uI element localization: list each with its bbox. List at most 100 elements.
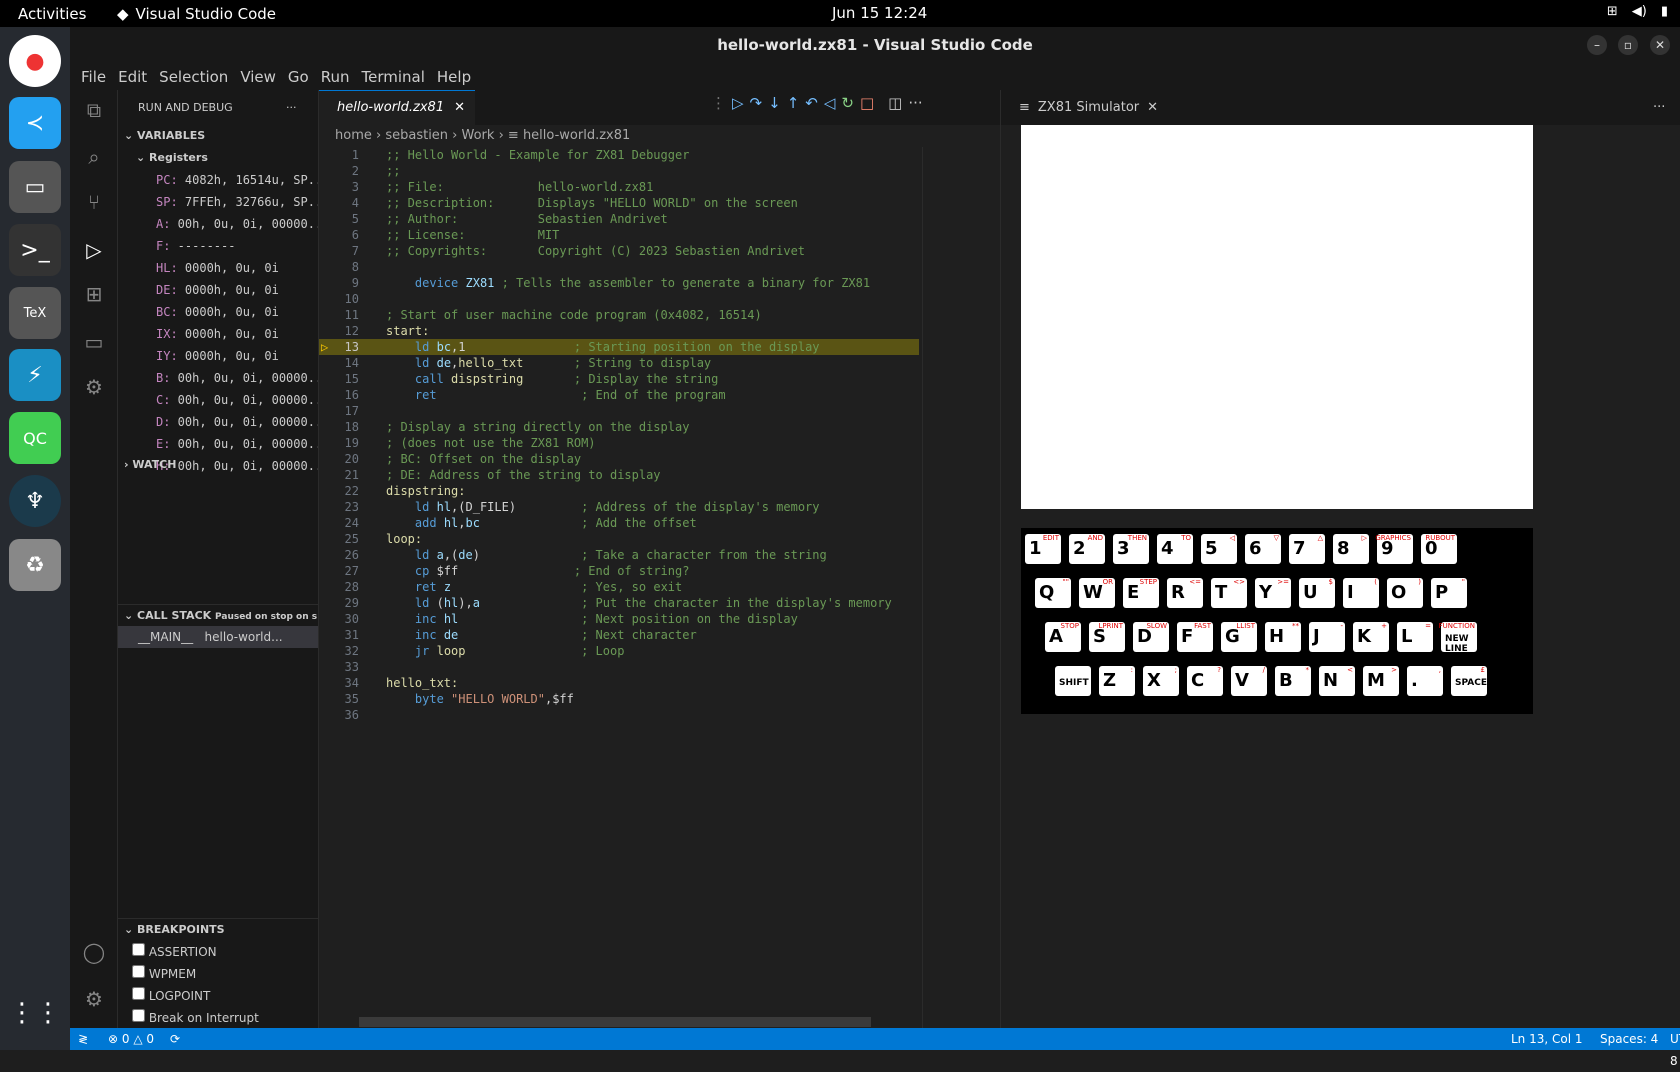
breakpoints-section[interactable]: ⌄ BREAKPOINTS [118, 918, 318, 940]
line-number[interactable]: 2 [319, 163, 359, 179]
step-back-icon[interactable]: ↶ [805, 94, 818, 112]
reverse-continue-icon[interactable]: ◁ [824, 94, 836, 112]
line-number[interactable]: 8 [319, 259, 359, 275]
app-menu[interactable]: ◆ Visual Studio Code [117, 5, 276, 23]
activities-button[interactable]: Activities [18, 5, 86, 23]
menu-go[interactable]: Go [282, 68, 315, 86]
manage-gear-icon[interactable]: ⚙ [80, 987, 108, 1015]
menu-view[interactable]: View [234, 68, 282, 86]
code-line[interactable]: 12 start: [319, 323, 919, 339]
line-number[interactable]: 25 [319, 531, 359, 547]
key-n[interactable]: N < [1319, 666, 1355, 696]
key-6[interactable]: 6 ▽ [1245, 534, 1281, 564]
system-tray[interactable]: ⊞ ◀) ▮ [1607, 4, 1668, 19]
terminal-icon[interactable]: >_ [9, 224, 61, 276]
code-line[interactable]: 3 ;; File: hello-world.zx81 [319, 179, 919, 195]
register-d[interactable]: D: 00h, 0u, 0i, 00000... [118, 411, 318, 433]
code-line[interactable]: 27 cp $ff ; End of string? [319, 563, 919, 579]
register-sp[interactable]: SP: 7FFEh, 32766u, SP... [118, 191, 318, 213]
key-l[interactable]: L = [1397, 622, 1433, 652]
code-line[interactable]: 18 ; Display a string directly on the dis… [319, 419, 919, 435]
more-actions-icon[interactable]: ··· [286, 90, 297, 125]
code-line[interactable]: 20 ; BC: Offset on the display [319, 451, 919, 467]
crumb-sebastien[interactable]: sebastien [385, 128, 448, 143]
line-number[interactable]: 12 [319, 323, 359, 339]
crumb-file[interactable]: hello-world.zx81 [523, 128, 630, 143]
code-line[interactable]: 9 device ZX81 ; Tells the assembler to g… [319, 275, 919, 291]
watch-section[interactable]: › WATCH [118, 454, 318, 476]
bp-interrupt-checkbox[interactable] [132, 1009, 145, 1022]
continue-icon[interactable]: ▷ [732, 94, 744, 112]
code-line[interactable]: 24 add hl,bc ; Add the offset [319, 515, 919, 531]
editor-more-icon[interactable]: ··· [908, 94, 922, 112]
line-number[interactable]: 36 [319, 707, 359, 723]
register-b[interactable]: B: 00h, 0u, 0i, 00000... [118, 367, 318, 389]
register-hl[interactable]: HL: 0000h, 0u, 0i [118, 257, 318, 279]
key-g[interactable]: G LLIST [1221, 622, 1257, 652]
line-number[interactable]: 22 [319, 483, 359, 499]
line-number[interactable]: 19 [319, 435, 359, 451]
register-a[interactable]: A: 00h, 0u, 0i, 00000... [118, 213, 318, 235]
clock[interactable]: Jun 15 12:24 [832, 4, 927, 22]
register-pc[interactable]: PC: 4082h, 16514u, SP... [118, 169, 318, 191]
code-line[interactable]: 11 ; Start of user machine code program (… [319, 307, 919, 323]
key-c[interactable]: C? [1187, 666, 1223, 696]
key-d[interactable]: D SLOW [1133, 622, 1169, 652]
key-8[interactable]: 8 ▷ [1333, 534, 1369, 564]
line-number[interactable]: 20 [319, 451, 359, 467]
code-line[interactable]: 21 ; DE: Address of the string to display [319, 467, 919, 483]
key-a[interactable]: A STOP [1045, 622, 1081, 652]
cursor-position[interactable]: Ln 13, Col 1 [1511, 1028, 1583, 1050]
code-line[interactable]: 15 call dispstring ; Display the string [319, 371, 919, 387]
variables-section[interactable]: ⌄ VARIABLES [118, 125, 318, 147]
horizontal-scrollbar[interactable] [359, 1017, 871, 1027]
menu-selection[interactable]: Selection [153, 68, 234, 86]
key-h[interactable]: H ** [1265, 622, 1301, 652]
code-line[interactable]: 30 inc hl ; Next position on the display [319, 611, 919, 627]
key-5[interactable]: 5 ◁ [1201, 534, 1237, 564]
bp-assertion-checkbox[interactable] [132, 943, 145, 956]
key-m[interactable]: M > [1363, 666, 1399, 696]
code-line[interactable]: 34 hello_txt: [319, 675, 919, 691]
menu-terminal[interactable]: Terminal [356, 68, 431, 86]
key-0[interactable]: 0 RUBOUT [1421, 534, 1457, 564]
run-debug-icon[interactable]: ▷ [80, 238, 108, 266]
account-icon[interactable]: ◯ [80, 940, 108, 968]
register-ix[interactable]: IX: 0000h, 0u, 0i [118, 323, 318, 345]
key-t[interactable]: T <> [1211, 578, 1247, 608]
line-number[interactable]: 9 [319, 275, 359, 291]
bp-wpmem[interactable]: WPMEM [132, 963, 259, 985]
bp-logpoint-checkbox[interactable] [132, 987, 145, 1000]
key-e[interactable]: E STEP [1123, 578, 1159, 608]
vscode-icon[interactable]: ≺ [9, 97, 61, 149]
key-y[interactable]: Y >= [1255, 578, 1291, 608]
callstack-section[interactable]: ⌄ CALL STACK Paused on stop on s... [118, 604, 318, 626]
code-line[interactable]: 31 inc de ; Next character [319, 627, 919, 643]
restart-icon[interactable]: ↻ [841, 94, 854, 112]
sim-more-icon[interactable]: ··· [1653, 100, 1665, 115]
key-f[interactable]: F FAST [1177, 622, 1213, 652]
indentation[interactable]: Spaces: 4 [1600, 1028, 1658, 1050]
register-f[interactable]: F: -------- [118, 235, 318, 257]
line-number[interactable]: 4 [319, 195, 359, 211]
search-icon[interactable]: ⌕ [80, 145, 108, 173]
line-number[interactable]: 28 [319, 579, 359, 595]
code-line[interactable]: 33 [319, 659, 919, 675]
code-line[interactable]: 25 loop: [319, 531, 919, 547]
key-q[interactable]: Q "" [1035, 578, 1071, 608]
code-line[interactable]: 5 ;; Author: Sebastien Andrivet [319, 211, 919, 227]
stop-icon[interactable]: □ [860, 94, 874, 112]
key-s[interactable]: S LPRINT [1089, 622, 1125, 652]
line-number[interactable]: 15 [319, 371, 359, 387]
line-number[interactable]: 3 [319, 179, 359, 195]
line-number[interactable]: 35 [319, 691, 359, 707]
register-bc[interactable]: BC: 0000h, 0u, 0i [118, 301, 318, 323]
key-p[interactable]: P " [1431, 578, 1467, 608]
key-space[interactable]: SPACE £ [1451, 666, 1487, 696]
line-number[interactable]: 26 [319, 547, 359, 563]
menu-help[interactable]: Help [431, 68, 477, 86]
code-line[interactable]: 13 ▷ ld bc,1 ; Starting position on the d… [319, 339, 919, 355]
register-c[interactable]: C: 00h, 0u, 0i, 00000... [118, 389, 318, 411]
trash-icon[interactable]: ♻ [9, 539, 61, 591]
callstack-frame[interactable]: __MAIN__ hello-world... [118, 626, 318, 648]
